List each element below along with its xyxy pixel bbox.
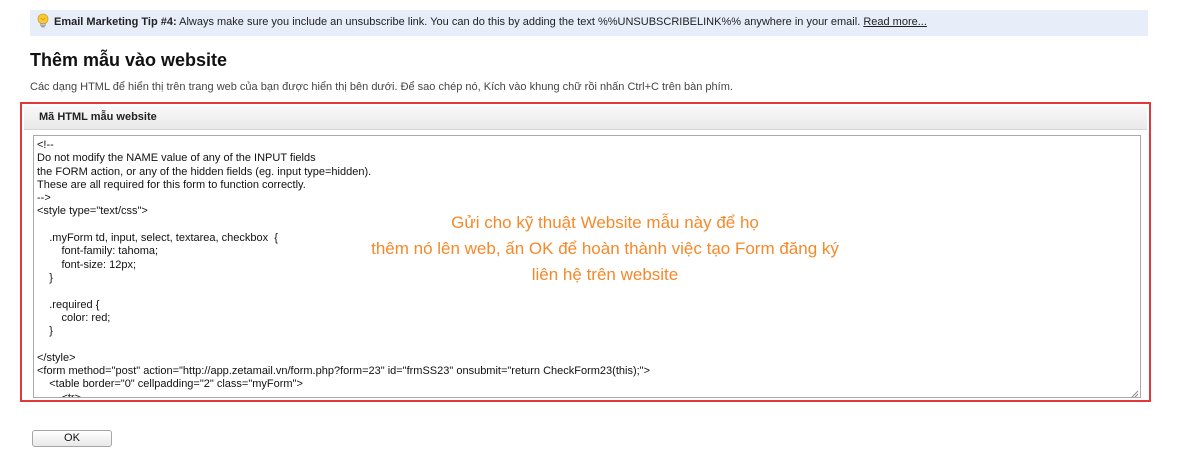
annotation-line: Gửi cho kỹ thuật Website mẫu này để họ <box>451 213 759 232</box>
annotation-line: thêm nó lên web, ấn OK để hoàn thành việ… <box>371 239 839 258</box>
tip-bar: Email Marketing Tip #4: Always make sure… <box>30 10 1148 36</box>
annotation-line: liên hệ trên website <box>531 265 679 284</box>
lightbulb-icon <box>37 13 49 28</box>
ok-button[interactable]: OK <box>32 430 112 447</box>
page-description: Các dạng HTML để hiển thị trên trang web… <box>30 81 733 93</box>
panel-header: Mã HTML mẫu website <box>24 106 1147 130</box>
instruction-annotation: Gửi cho kỹ thuật Website mẫu này để họ t… <box>300 210 910 288</box>
tip-text: Always make sure you include an unsubscr… <box>176 16 864 28</box>
read-more-link[interactable]: Read more... <box>863 16 927 28</box>
resize-grip-icon[interactable] <box>1131 390 1139 398</box>
tip-title: Email Marketing Tip #4: <box>54 16 177 28</box>
page-title: Thêm mẫu vào website <box>30 50 228 70</box>
